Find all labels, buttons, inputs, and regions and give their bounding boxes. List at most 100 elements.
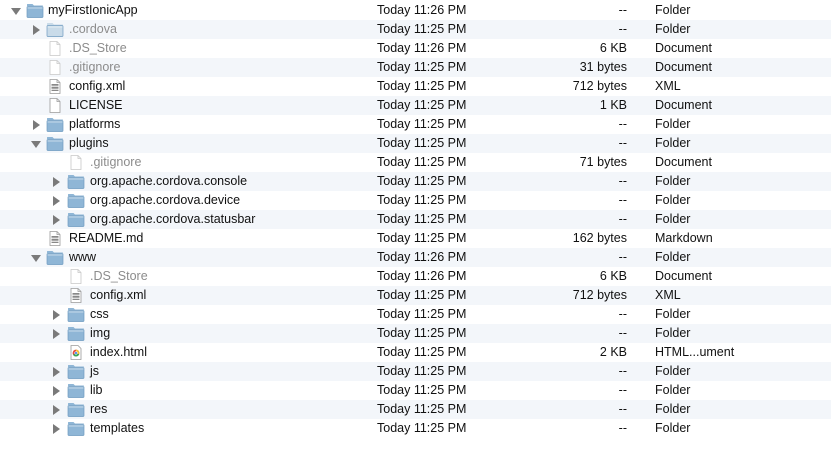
date-modified: Today 11:25 PM [377,60,467,74]
disclosure-closed-triangle-icon[interactable] [50,191,62,210]
name-cell: LICENSE [0,96,372,115]
disclosure-closed-triangle-icon[interactable] [50,305,62,324]
disclosure-closed-triangle-icon[interactable] [30,115,42,134]
file-name: .gitignore [90,155,142,169]
file-row[interactable]: lib Today 11:25 PM -- Folder [0,381,831,400]
file-row[interactable]: js Today 11:25 PM -- Folder [0,362,831,381]
name-cell: platforms [0,115,372,134]
file-name: myFirstIonicApp [48,3,138,17]
file-row[interactable]: img Today 11:25 PM -- Folder [0,324,831,343]
file-kind: HTML...ument [655,345,735,359]
file-kind: Folder [655,22,691,36]
folder-icon [67,212,85,227]
date-modified: Today 11:25 PM [377,117,467,131]
text-document-icon [46,79,64,94]
file-row[interactable]: css Today 11:25 PM -- Folder [0,305,831,324]
file-row[interactable]: templates Today 11:25 PM -- Folder [0,419,831,438]
file-name: platforms [69,117,121,131]
file-row[interactable]: org.apache.cordova.console Today 11:25 PM… [0,172,831,191]
disclosure-closed-triangle-icon[interactable] [50,381,62,400]
file-row[interactable]: config.xml Today 11:25 PM 712 bytes XML [0,77,831,96]
file-row[interactable]: index.html Today 11:25 PM 2 KB HTML...ument [0,343,831,362]
file-row[interactable]: config.xml Today 11:25 PM 712 bytes XML [0,286,831,305]
file-row[interactable]: .cordova Today 11:25 PM -- Folder [0,20,831,39]
date-modified: Today 11:25 PM [377,98,467,112]
name-cell: templates [0,419,372,438]
file-size: -- [618,383,627,397]
file-kind: Folder [655,326,691,340]
blank-document-icon [67,155,85,170]
file-name: .cordova [69,22,117,36]
folder-icon [67,402,85,417]
file-row[interactable]: org.apache.cordova.statusbar Today 11:25 … [0,210,831,229]
name-cell: config.xml [0,77,372,96]
date-modified: Today 11:25 PM [377,364,467,378]
disclosure-closed-triangle-icon[interactable] [30,20,42,39]
disclosure-closed-triangle-icon[interactable] [50,210,62,229]
file-kind: Folder [655,364,691,378]
folder-icon [46,22,64,37]
file-row[interactable]: .gitignore Today 11:25 PM 71 bytes Document [0,153,831,172]
name-cell: .cordova [0,20,372,39]
file-kind: Folder [655,136,691,150]
file-name: org.apache.cordova.console [90,174,248,188]
date-modified: Today 11:25 PM [377,307,467,321]
file-row[interactable]: .gitignore Today 11:25 PM 31 bytes Document [0,58,831,77]
file-row[interactable]: .DS_Store Today 11:26 PM 6 KB Document [0,39,831,58]
file-row[interactable]: www Today 11:26 PM -- Folder [0,248,831,267]
file-size: 71 bytes [579,155,627,169]
disclosure-closed-triangle-icon[interactable] [50,419,62,438]
file-kind: Document [655,269,712,283]
file-name: js [90,364,100,378]
file-size: -- [618,174,627,188]
file-row[interactable]: org.apache.cordova.device Today 11:25 PM -… [0,191,831,210]
file-size: -- [618,364,627,378]
file-size: 712 bytes [572,79,627,93]
file-row[interactable]: myFirstIonicApp Today 11:26 PM -- Folder [0,1,831,20]
disclosure-closed-triangle-icon[interactable] [50,172,62,191]
folder-icon [26,3,44,18]
file-kind: XML [655,288,681,302]
file-list[interactable]: myFirstIonicApp Today 11:26 PM -- Folder .co… [0,1,831,438]
name-cell: .gitignore [0,58,372,77]
disclosure-open-triangle-icon[interactable] [10,1,22,20]
file-name: www [69,250,97,264]
date-modified: Today 11:26 PM [377,269,467,283]
file-name: res [90,402,108,416]
disclosure-closed-triangle-icon[interactable] [50,324,62,343]
disclosure-open-triangle-icon[interactable] [30,134,42,153]
file-kind: Folder [655,3,691,17]
file-size: -- [618,326,627,340]
disclosure-closed-triangle-icon[interactable] [50,400,62,419]
name-cell: .gitignore [0,153,372,172]
file-row[interactable]: platforms Today 11:25 PM -- Folder [0,115,831,134]
file-name: plugins [69,136,109,150]
file-row[interactable]: plugins Today 11:25 PM -- Folder [0,134,831,153]
file-row[interactable]: README.md Today 11:25 PM 162 bytes Markdown [0,229,831,248]
file-size: 6 KB [599,269,627,283]
date-modified: Today 11:25 PM [377,326,467,340]
date-modified: Today 11:25 PM [377,231,467,245]
date-modified: Today 11:25 PM [377,136,467,150]
date-modified: Today 11:25 PM [377,402,467,416]
name-cell: css [0,305,372,324]
file-kind: Folder [655,421,691,435]
file-row[interactable]: .DS_Store Today 11:26 PM 6 KB Document [0,267,831,286]
file-name: config.xml [69,79,126,93]
file-row[interactable]: LICENSE Today 11:25 PM 1 KB Document [0,96,831,115]
file-kind: Folder [655,383,691,397]
file-row[interactable]: res Today 11:25 PM -- Folder [0,400,831,419]
name-cell: myFirstIonicApp [0,1,372,20]
disclosure-open-triangle-icon[interactable] [30,248,42,267]
file-kind: Folder [655,212,691,226]
date-modified: Today 11:25 PM [377,212,467,226]
file-size: -- [618,402,627,416]
disclosure-closed-triangle-icon[interactable] [50,362,62,381]
folder-icon [67,174,85,189]
name-cell: res [0,400,372,419]
file-kind: Document [655,155,712,169]
date-modified: Today 11:25 PM [377,345,467,359]
date-modified: Today 11:25 PM [377,79,467,93]
date-modified: Today 11:26 PM [377,41,467,55]
file-size: -- [618,193,627,207]
